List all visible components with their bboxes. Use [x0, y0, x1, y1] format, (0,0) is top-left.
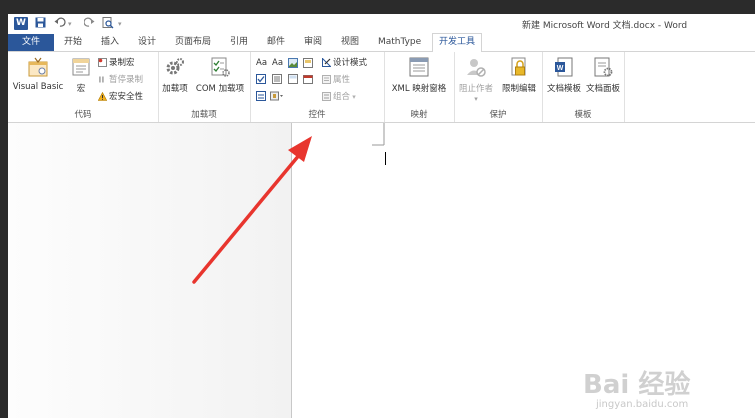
building-block-control-icon[interactable] — [303, 58, 313, 70]
svg-text:W: W — [557, 65, 564, 72]
group-protect-label: 保护 — [489, 110, 507, 120]
com-addins-icon — [209, 56, 231, 78]
tab-page-layout[interactable]: 页面布局 — [175, 34, 211, 51]
document-panel-button[interactable]: 文档面板 — [584, 56, 622, 94]
macro-security-label: 宏安全性 — [109, 92, 144, 102]
tab-developer[interactable]: 开发工具 — [432, 33, 483, 53]
customize-qat-icon[interactable]: ▾ — [118, 20, 122, 28]
restrict-editing-label: 限制编辑 — [501, 84, 536, 94]
repeating-section-control-icon[interactable] — [256, 91, 266, 103]
document-left-margin — [8, 123, 291, 418]
word-window: W ▾ ▾ 新建 Microsoft Word 文档.docx - Word 文… — [8, 14, 755, 418]
tab-file[interactable]: 文件 — [8, 34, 54, 51]
restrict-editing-button[interactable]: 限制编辑 — [498, 56, 540, 94]
rich-text-control[interactable]: Aa — [256, 57, 267, 69]
group-code: Visual Basic 宏 录制宏 暂停录制 宏安全性 代码 — [8, 52, 159, 122]
margin-corner-mark — [372, 123, 385, 146]
properties-button[interactable]: 属性 — [322, 74, 350, 86]
text-cursor — [385, 152, 386, 165]
macros-label: 宏 — [76, 84, 86, 94]
pause-recording-button[interactable]: 暂停录制 — [98, 74, 143, 86]
group-protect: 阻止作者 ▾ 限制编辑 保护 — [454, 52, 543, 122]
com-addins-label: COM 加载项 — [195, 84, 245, 94]
pause-recording-label: 暂停录制 — [109, 75, 144, 85]
xml-mapping-pane-button[interactable]: XML 映射窗格 — [386, 56, 452, 94]
macro-security-button[interactable]: 宏安全性 — [97, 91, 144, 103]
visual-basic-label: Visual Basic — [12, 82, 64, 92]
tab-mathtype[interactable]: MathType — [378, 34, 421, 51]
group-label: 组合 — [333, 92, 351, 102]
block-authors-button[interactable]: 阻止作者 ▾ — [456, 56, 496, 104]
group-mapping-label: 映射 — [410, 110, 428, 120]
design-mode-label: 设计模式 — [333, 58, 368, 68]
undo-icon[interactable] — [54, 17, 66, 31]
group-addins: 加载项 COM 加载项 加载项 — [158, 52, 251, 122]
document-panel-icon — [592, 56, 614, 78]
lock-icon — [508, 56, 530, 78]
document-template-button[interactable]: W 文档模板 — [545, 56, 583, 94]
group-templates-label: 模板 — [574, 110, 592, 120]
block-authors-dropdown-icon: ▾ — [474, 95, 478, 103]
visual-basic-button[interactable]: Visual Basic — [11, 56, 65, 92]
warning-icon — [97, 91, 108, 101]
save-icon[interactable] — [35, 17, 46, 31]
document-template-label: 文档模板 — [546, 84, 581, 94]
record-macro-icon — [98, 58, 107, 67]
xml-mapping-label: XML 映射窗格 — [391, 84, 447, 94]
title-bar: W ▾ ▾ 新建 Microsoft Word 文档.docx - Word — [8, 14, 755, 34]
ribbon: Visual Basic 宏 录制宏 暂停录制 宏安全性 代码 加载项 COM … — [8, 52, 755, 123]
gear-icon — [164, 56, 186, 78]
ribbon-tab-bar: 文件 开始 插入 设计 页面布局 引用 邮件 审阅 视图 MathType 开发… — [8, 33, 755, 53]
design-mode-button[interactable]: 设计模式 — [322, 57, 367, 69]
properties-icon — [322, 75, 331, 84]
checkbox-control-icon[interactable] — [256, 74, 266, 86]
picture-control-icon[interactable] — [288, 58, 298, 70]
print-preview-icon[interactable] — [102, 17, 114, 32]
xml-mapping-icon — [408, 56, 430, 78]
design-mode-icon — [322, 57, 332, 67]
tab-review[interactable]: 审阅 — [304, 34, 322, 51]
group-mapping: XML 映射窗格 映射 — [384, 52, 455, 122]
group-button[interactable]: 组合 ▾ — [322, 91, 356, 103]
group-templates: W 文档模板 文档面板 模板 — [542, 52, 625, 122]
group-icon — [322, 92, 331, 101]
group-controls: Aa Aa 设计模式 属性 组合 ▾ 控件 — [250, 52, 385, 122]
watermark-logo: Bai 经验 — [583, 370, 691, 400]
plain-text-control[interactable]: Aa — [272, 57, 283, 69]
macros-icon — [70, 56, 92, 78]
tab-design[interactable]: 设计 — [138, 34, 156, 51]
date-picker-control-icon[interactable] — [303, 74, 313, 86]
combo-box-control-icon[interactable] — [272, 74, 282, 86]
group-dropdown-icon: ▾ — [350, 93, 356, 101]
word-logo-icon[interactable]: W — [14, 17, 28, 30]
addins-button[interactable]: 加载项 — [160, 56, 190, 94]
com-addins-button[interactable]: COM 加载项 — [192, 56, 248, 94]
record-macro-label: 录制宏 — [109, 58, 135, 68]
group-controls-label: 控件 — [308, 110, 326, 120]
document-panel-label: 文档面板 — [585, 84, 620, 94]
dropdown-list-control-icon[interactable] — [288, 74, 298, 86]
tab-mailings[interactable]: 邮件 — [267, 34, 285, 51]
tab-home[interactable]: 开始 — [64, 34, 82, 51]
undo-dropdown-icon[interactable]: ▾ — [68, 20, 72, 28]
document-template-icon: W — [553, 56, 575, 78]
watermark-url: jingyan.baidu.com — [596, 399, 689, 410]
visual-basic-icon — [27, 56, 49, 78]
tab-insert[interactable]: 插入 — [101, 34, 119, 51]
addins-label: 加载项 — [162, 84, 188, 94]
legacy-tools-icon[interactable] — [270, 91, 284, 103]
tab-references[interactable]: 引用 — [230, 34, 248, 51]
group-code-label: 代码 — [74, 110, 92, 120]
block-authors-label: 阻止作者 — [458, 84, 493, 94]
pause-recording-icon — [98, 75, 107, 84]
redo-icon[interactable] — [83, 17, 95, 31]
document-title: 新建 Microsoft Word 文档.docx - Word — [522, 21, 688, 31]
record-macro-button[interactable]: 录制宏 — [98, 57, 135, 69]
macros-button[interactable]: 宏 — [68, 56, 94, 94]
tab-view[interactable]: 视图 — [341, 34, 359, 51]
block-authors-icon — [465, 56, 487, 78]
group-addins-label: 加载项 — [191, 110, 217, 120]
properties-label: 属性 — [333, 75, 351, 85]
